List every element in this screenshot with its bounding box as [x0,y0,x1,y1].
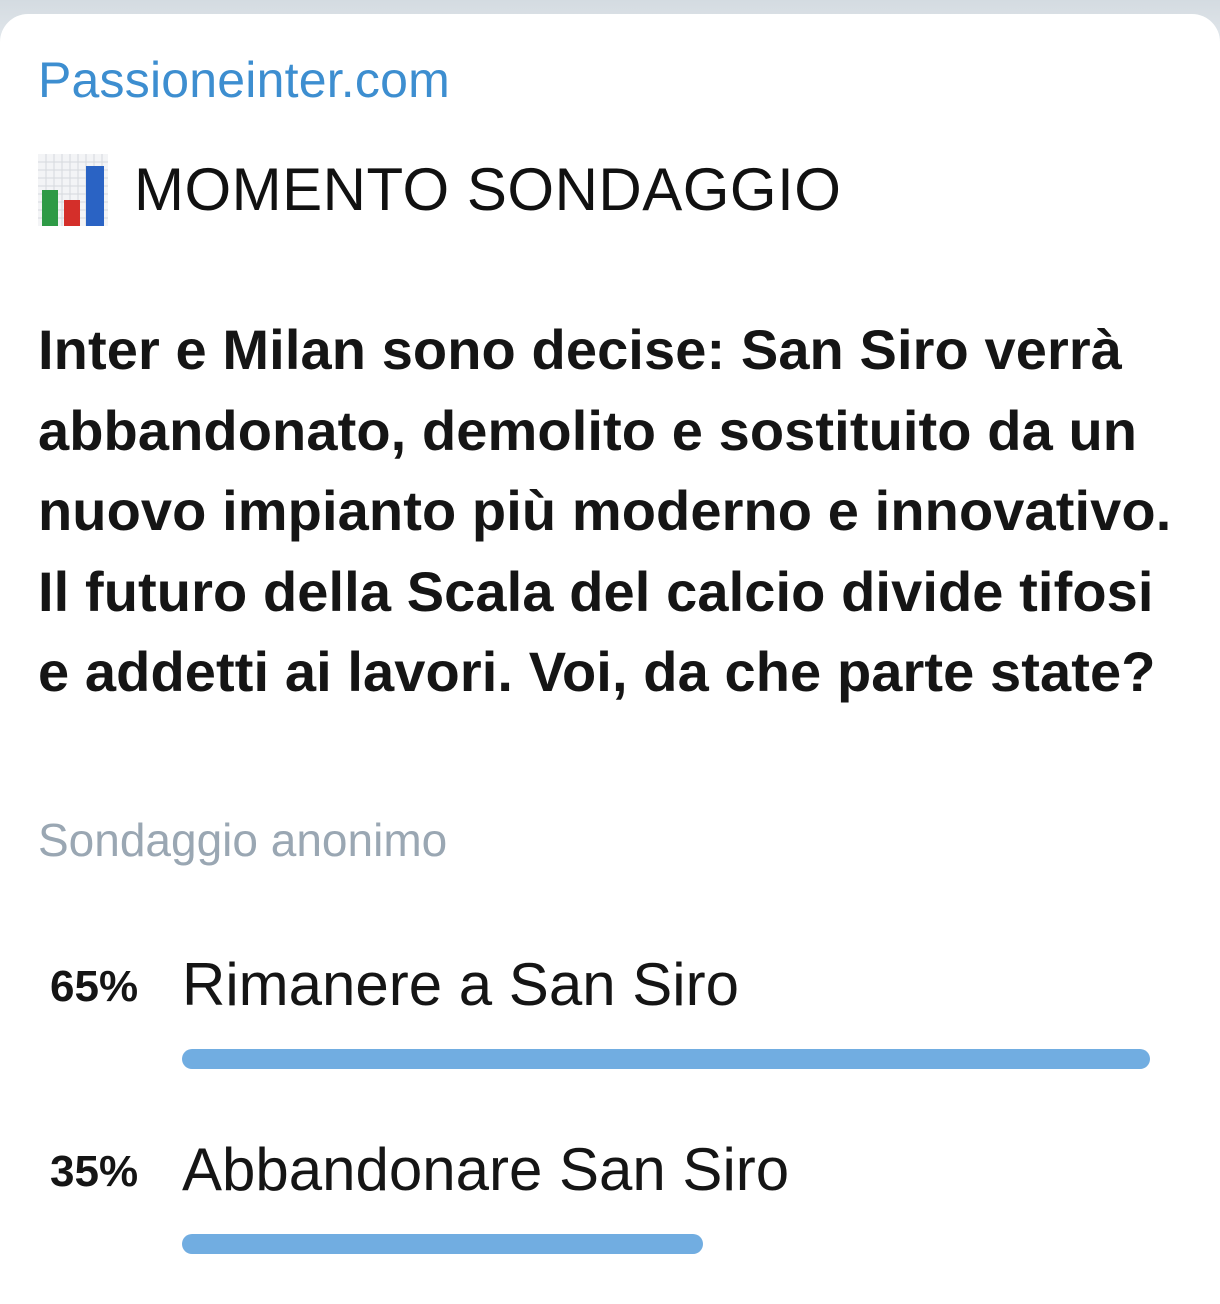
headline-row: MOMENTO SONDAGGIO [38,150,841,230]
poll-option[interactable]: 35% Abbandonare San Siro [0,1136,1220,1290]
bar-chart-icon [38,154,108,226]
option-label: Rimanere a San Siro [182,951,739,1018]
headline: MOMENTO SONDAGGIO [134,156,842,223]
option-result-bar [182,1049,1150,1069]
option-percent: 35% [50,1147,139,1196]
channel-name[interactable]: Passioneinter.com [38,50,450,110]
poll-option[interactable]: 65% Rimanere a San Siro [0,951,1220,1105]
option-result-bar [182,1234,703,1254]
option-label: Abbandonare San Siro [182,1136,790,1203]
option-percent: 65% [50,962,139,1011]
poll-type-label: Sondaggio anonimo [38,814,448,866]
poll-question: Inter e Milan sono decise: San Siro verr… [38,318,1219,703]
